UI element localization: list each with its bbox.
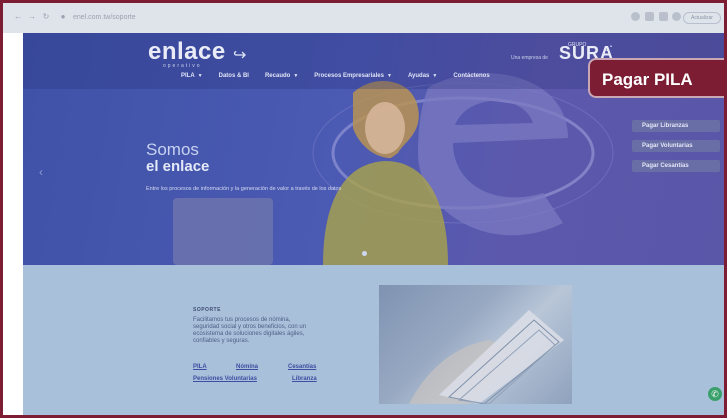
pagar-pila-button[interactable]: Pagar PILA <box>588 58 724 98</box>
sidepanel-icon[interactable] <box>659 12 668 21</box>
nav-item-label: Procesos Empresariales <box>314 73 384 79</box>
logo-arrow-icon: ↪ <box>233 47 247 64</box>
nav-item-datos-bi[interactable]: Datos & BI <box>219 73 249 85</box>
pagar-libranzas-button[interactable]: Pagar Libranzas <box>632 120 720 132</box>
support-photo <box>379 285 572 404</box>
chevron-down-icon: ▼ <box>197 73 203 79</box>
nav-item-label: Contáctenos <box>453 73 490 79</box>
pagar-voluntarias-button[interactable]: Pagar Voluntarias <box>632 140 720 152</box>
screenshot-frame: ← → ↻ ● enel.com.tw/soporte Actualizar e… <box>0 0 727 418</box>
sura-tagline: Una empresa de <box>511 55 548 61</box>
carousel-prev-icon[interactable]: ‹ <box>39 165 43 179</box>
nav-item-procesos[interactable]: Procesos Empresariales ▼ <box>314 73 392 85</box>
hero-title-line2: el enlace <box>146 158 210 175</box>
bookmark-icon[interactable] <box>631 12 640 21</box>
back-icon[interactable]: ← <box>13 12 23 22</box>
hero-description: Entre los procesos de información y la g… <box>146 186 342 192</box>
pagar-cesantias-button[interactable]: Pagar Cesantías <box>632 160 720 172</box>
link-pensiones-voluntarias[interactable]: Pensiones Voluntarias <box>193 376 257 382</box>
support-heading: SOPORTE <box>193 307 221 313</box>
nav-item-label: Ayudas <box>407 73 430 79</box>
nav-item-recaudo[interactable]: Recaudo ▼ <box>265 73 298 85</box>
lock-icon: ● <box>60 12 66 21</box>
enlace-logo[interactable]: enlace <box>148 38 226 66</box>
browser-toolbar: ← → ↻ ● enel.com.tw/soporte Actualizar <box>3 3 724 33</box>
nav-item-label: PILA <box>181 73 195 79</box>
nav-item-label: Recaudo <box>264 73 291 79</box>
laptop-decoration <box>173 198 273 265</box>
nav-item-ayudas[interactable]: Ayudas ▼ <box>408 73 437 85</box>
support-section: SOPORTE Facilitamos tus procesos de nómi… <box>23 265 724 415</box>
documents-illustration <box>409 310 564 404</box>
sura-mark-icon: ⋰ <box>601 43 613 57</box>
chevron-down-icon: ▼ <box>293 73 299 79</box>
address-bar[interactable]: enel.com.tw/soporte <box>73 12 613 24</box>
main-nav: PILA ▼ Datos & BI Recaudo ▼ Procesos Empre… <box>181 73 506 85</box>
extension-icon[interactable] <box>645 12 654 21</box>
chevron-down-icon: ▼ <box>386 73 392 79</box>
browser-update-button[interactable]: Actualizar <box>683 12 721 24</box>
logo-subtitle: operativo <box>163 63 202 69</box>
nav-item-contactenos[interactable]: Contáctenos <box>453 73 489 85</box>
link-pila[interactable]: PILA <box>193 364 207 370</box>
nav-item-label: Datos & BI <box>218 73 249 79</box>
nav-item-pila[interactable]: PILA ▼ <box>181 73 203 85</box>
support-description: Facilitamos tus procesos de nómina, segu… <box>193 317 307 344</box>
reload-icon[interactable]: ↻ <box>41 12 51 22</box>
link-nomina[interactable]: Nómina <box>236 364 258 370</box>
woman-face <box>365 102 405 154</box>
forward-icon[interactable]: → <box>27 12 37 22</box>
link-cesantias[interactable]: Cesantías <box>288 364 316 370</box>
whatsapp-icon[interactable]: ✆ <box>708 387 722 401</box>
profile-avatar-icon[interactable] <box>672 12 681 21</box>
carousel-dot[interactable] <box>362 251 367 256</box>
link-libranza[interactable]: Libranza <box>292 376 317 382</box>
hero-title-line1: Somos <box>146 140 199 159</box>
chevron-down-icon: ▼ <box>432 73 438 79</box>
